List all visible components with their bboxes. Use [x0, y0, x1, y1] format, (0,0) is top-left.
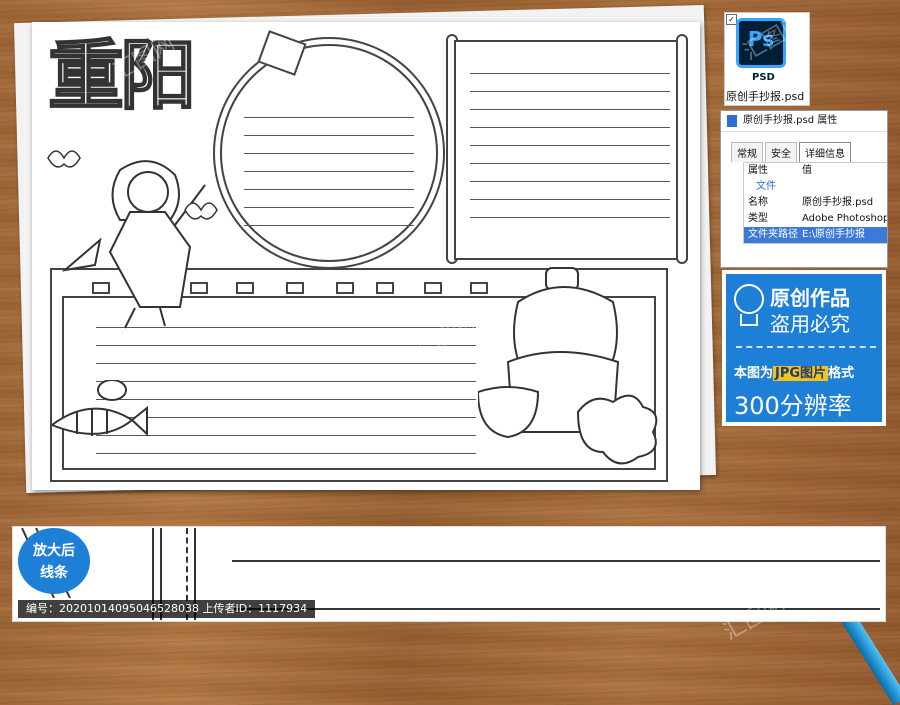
- image-meta-bar: 编号：20201014095046528038 上传者ID：1117934: [18, 600, 316, 618]
- properties-header-row: 属性 值: [744, 163, 887, 179]
- promo-piracy-warning: 盗用必究: [770, 312, 850, 336]
- scroll-writing-lines: [470, 56, 670, 232]
- strip-line: [232, 608, 880, 610]
- properties-dialog: 原创手抄报.psd 属性 常规 安全 详细信息 属性 值 文件 名称 原创手抄报…: [720, 110, 888, 268]
- copyright-promo-card: 原创作品 盗用必究 本图为 JPG图片 格式 300分辨率: [722, 270, 886, 426]
- lightbulb-base-icon: [740, 314, 758, 326]
- photoshop-icon-letters: Ps: [747, 27, 775, 51]
- promo-divider: [736, 346, 876, 348]
- scroll-rod-right: [676, 34, 688, 264]
- table-row[interactable]: 名称 原创手抄报.psd: [744, 195, 887, 211]
- properties-section: 文件: [756, 181, 776, 192]
- tab-general[interactable]: 常规: [731, 142, 763, 162]
- promo-format-line: 本图为 JPG图片 格式: [734, 362, 854, 381]
- header-value: 值: [802, 165, 812, 176]
- fish-cat-illustration: [49, 380, 148, 437]
- promo-format-highlight: JPG图片: [773, 366, 829, 381]
- badge-line2: 线条: [40, 565, 68, 581]
- promo-original-work: 原创作品: [770, 286, 850, 310]
- row-value: 原创手抄报.psd: [802, 197, 874, 208]
- tab-security[interactable]: 安全: [765, 142, 797, 162]
- promo-format-prefix: 本图为: [734, 366, 774, 381]
- promo-format-suffix: 格式: [828, 366, 855, 381]
- film-hole: [236, 282, 254, 294]
- lightbulb-icon: [734, 284, 764, 314]
- poster-title: 重阳: [47, 31, 197, 120]
- zoom-badge: 放大后 线条: [18, 528, 90, 594]
- film-hole: [336, 282, 354, 294]
- file-icon: [727, 115, 737, 127]
- badge-line1: 放大后: [33, 543, 75, 559]
- tab-details[interactable]: 详细信息: [799, 142, 851, 162]
- properties-tabs: 常规 安全 详细信息: [731, 142, 887, 162]
- properties-dialog-title: 原创手抄报.psd 属性: [721, 111, 887, 132]
- film-writing-lines: [96, 310, 476, 460]
- film-hole: [286, 282, 304, 294]
- circle-writing-lines: [244, 100, 414, 230]
- row-key: 文件夹路径: [748, 229, 798, 240]
- jar-bowl-illustration: [478, 267, 658, 465]
- promo-resolution: 300分辨率: [734, 392, 852, 420]
- row-key: 名称: [748, 197, 768, 208]
- row-key: 类型: [748, 213, 768, 224]
- header-key: 属性: [748, 165, 768, 176]
- psd-label: PSD: [752, 72, 775, 83]
- film-hole: [424, 282, 442, 294]
- photoshop-icon: Ps: [736, 18, 786, 68]
- properties-table: 属性 值 文件 名称 原创手抄报.psd 类型 Adobe Photoshop …: [743, 162, 888, 244]
- row-value: E:\原创手抄报: [802, 229, 866, 240]
- table-row-selected[interactable]: 文件夹路径 E:\原创手抄报: [744, 227, 887, 243]
- psd-filename: 原创手抄报.psd: [726, 90, 805, 103]
- properties-title-text: 原创手抄报.psd 属性: [743, 115, 838, 126]
- girl-illustration: [47, 150, 218, 329]
- film-hole: [376, 282, 394, 294]
- table-row[interactable]: 类型 Adobe Photoshop: [744, 211, 888, 227]
- strip-line: [232, 560, 880, 562]
- row-value: Adobe Photoshop: [802, 213, 888, 224]
